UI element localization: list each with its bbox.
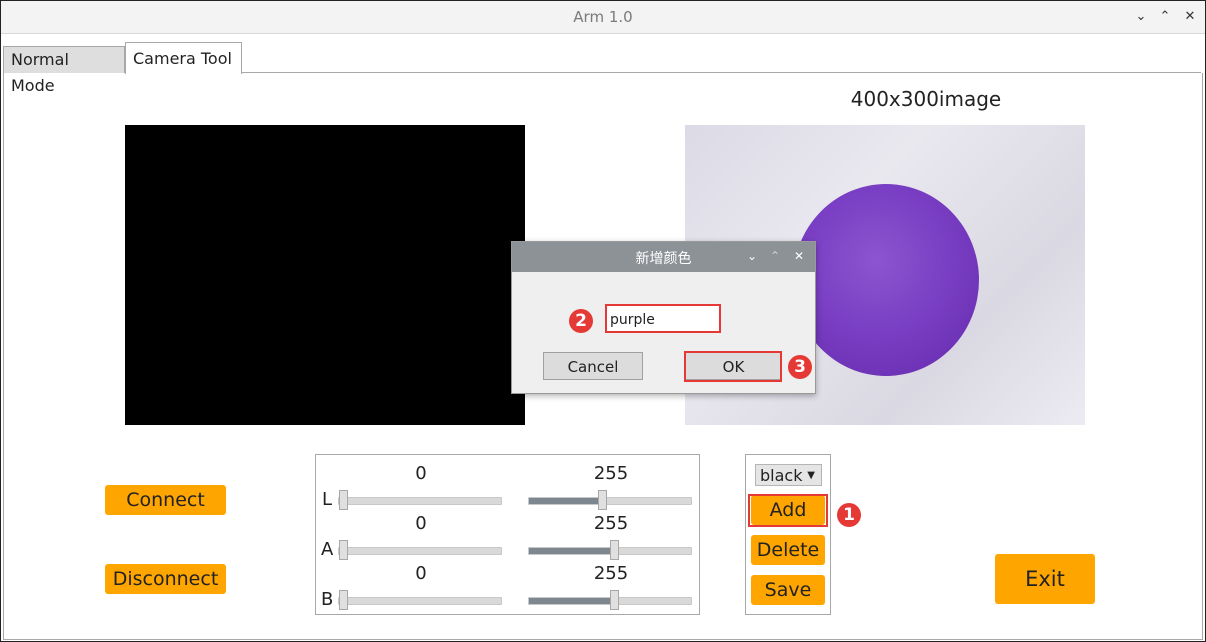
exit-button[interactable]: Exit (995, 554, 1095, 604)
b-max-slider[interactable] (528, 590, 692, 610)
step-2-badge: 2 (569, 309, 593, 333)
color-name-input[interactable]: purple (605, 304, 721, 333)
tab-camera-tool[interactable]: Camera Tool (125, 42, 242, 74)
l-max-thumb[interactable] (598, 490, 607, 510)
a-max-slider[interactable] (528, 540, 692, 560)
lab-slider-panel: 0 255 L 0 255 A 0 255 B (315, 454, 700, 615)
l-min-thumb[interactable] (339, 490, 348, 510)
color-panel: black ▼ Add Delete Save (745, 454, 831, 615)
a-max-fill (529, 548, 614, 554)
close-icon[interactable]: ✕ (1182, 9, 1198, 25)
disconnect-button[interactable]: Disconnect (105, 564, 226, 594)
a-min-thumb[interactable] (339, 540, 348, 560)
b-max-fill (529, 598, 614, 604)
l-max-slider[interactable] (528, 490, 692, 510)
l-min-value: 0 (415, 463, 427, 484)
tab-normal-mode[interactable]: Normal Mode (3, 46, 125, 95)
dialog-close-icon[interactable]: ✕ (792, 249, 806, 263)
l-max-fill (529, 498, 602, 504)
chevron-down-icon: ▼ (807, 470, 815, 481)
minimize-icon[interactable]: ⌄ (1133, 9, 1149, 25)
image-size-label: 400x300image (850, 87, 1002, 111)
purple-object (793, 184, 979, 376)
b-min-thumb[interactable] (339, 590, 348, 610)
color-select[interactable]: black ▼ (755, 464, 822, 486)
b-label: B (321, 589, 334, 610)
app-window: Arm 1.0 ⌄ ⌃ ✕ Normal Mode Camera Tool 40… (0, 0, 1206, 642)
title-bar: Arm 1.0 ⌄ ⌃ ✕ (1, 1, 1205, 34)
l-max-value: 255 (593, 463, 629, 484)
color-select-value: black (760, 466, 803, 485)
a-max-thumb[interactable] (610, 540, 619, 560)
cancel-button[interactable]: Cancel (543, 352, 643, 380)
l-label: L (322, 489, 333, 510)
l-min-slider[interactable] (338, 490, 502, 510)
a-min-slider[interactable] (338, 540, 502, 560)
a-label: A (321, 539, 334, 560)
b-min-slider[interactable] (338, 590, 502, 610)
b-min-value: 0 (415, 563, 427, 584)
highlight-add-button (748, 494, 828, 527)
b-max-thumb[interactable] (610, 590, 619, 610)
step-3-badge: 3 (788, 355, 812, 379)
dialog-maximize-icon: ⌃ (769, 249, 781, 263)
window-title: Arm 1.0 (573, 8, 633, 26)
maximize-icon[interactable]: ⌃ (1157, 9, 1173, 25)
connect-button[interactable]: Connect (105, 485, 226, 515)
dialog-minimize-icon[interactable]: ⌄ (745, 249, 759, 263)
a-min-value: 0 (415, 513, 427, 534)
b-max-value: 255 (593, 563, 629, 584)
mask-preview-image (125, 125, 525, 425)
step-1-badge: 1 (837, 503, 861, 527)
delete-color-button[interactable]: Delete (751, 535, 825, 565)
a-max-value: 255 (593, 513, 629, 534)
add-color-dialog: 新增颜色 ⌄ ⌃ ✕ 2 purple Cancel OK 3 (511, 241, 816, 394)
save-color-button[interactable]: Save (751, 575, 825, 605)
dialog-title-bar: 新增颜色 ⌄ ⌃ ✕ (512, 242, 815, 272)
highlight-ok-button (684, 351, 782, 382)
